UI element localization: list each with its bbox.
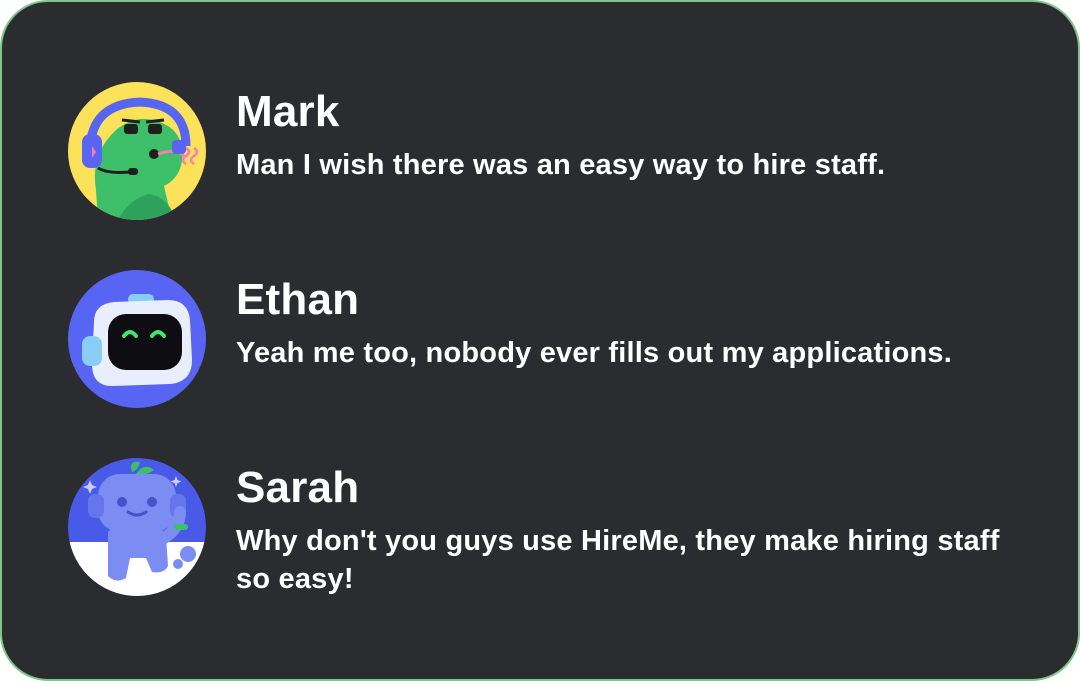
green-character-headset-avatar-icon <box>68 82 206 220</box>
sender-name: Ethan <box>236 275 360 324</box>
message-text: Why don't you guys use HireMe, they make… <box>236 525 1000 595</box>
chat-message: Sarah Why don't you guys use HireMe, the… <box>68 458 1016 598</box>
robot-avatar-icon <box>68 270 206 408</box>
sender-name: Mark <box>236 87 340 136</box>
message-text: Yeah me too, nobody ever fills out my ap… <box>236 337 953 369</box>
sender-name: Sarah <box>236 463 360 512</box>
blue-bot-mascot-avatar-icon <box>68 458 206 596</box>
chat-message: Mark Man I wish there was an easy way to… <box>68 82 885 220</box>
message-text: Man I wish there was an easy way to hire… <box>236 149 886 181</box>
chat-card: Mark Man I wish there was an easy way to… <box>0 0 1080 681</box>
chat-message: Ethan Yeah me too, nobody ever fills out… <box>68 270 952 408</box>
